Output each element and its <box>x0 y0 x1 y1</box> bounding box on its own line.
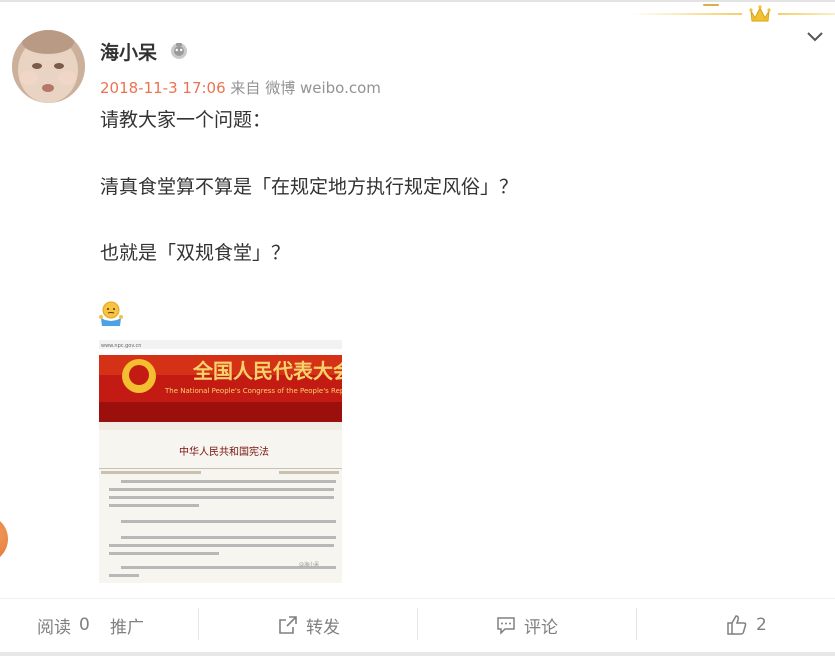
post-text-line-3: 也就是「双规食堂」？ <box>100 242 291 264</box>
npc-banner-title: 全国人民代表大会 <box>192 359 342 383</box>
crown-icon <box>749 5 771 22</box>
top-border <box>0 0 835 2</box>
decor-line-left <box>630 13 742 15</box>
promote-label: 推广 <box>110 617 144 638</box>
post-time[interactable]: 2018-11-3 17:06 <box>100 79 226 97</box>
comment-label: 评论 <box>524 617 558 638</box>
decor-line-right <box>778 13 835 15</box>
action-divider <box>0 598 835 599</box>
npc-doc-title: 中华人民共和国宪法 <box>179 445 269 458</box>
weibo-post-card: 海小呆 2018-11-3 17:06 来自 微博 weibo.com 请教大家… <box>0 0 835 656</box>
read-label: 阅读 <box>37 617 71 638</box>
like-button[interactable]: 2 <box>726 612 767 638</box>
post-text-line-2: 清真食堂算不算是「在规定地方执行规定风俗」？ <box>100 176 519 198</box>
attached-image[interactable]: 全国人民代表大会 The National People's Congress … <box>99 340 342 583</box>
repost-button[interactable]: 转发 <box>278 612 340 638</box>
comment-button[interactable]: 评论 <box>496 612 558 638</box>
thumbs-up-icon <box>727 615 747 635</box>
chevron-down-icon[interactable] <box>806 30 824 44</box>
avatar-image <box>12 30 85 103</box>
avatar[interactable] <box>12 30 85 103</box>
source-prefix: 来自 <box>230 79 261 97</box>
shrug-emoji-icon <box>99 301 123 326</box>
post-source[interactable]: 微博 weibo.com <box>265 79 381 97</box>
decor-dash <box>703 4 719 6</box>
post-meta: 2018-11-3 17:06 来自 微博 weibo.com <box>100 77 381 98</box>
username[interactable]: 海小呆 <box>100 38 157 65</box>
separator <box>198 608 199 640</box>
separator <box>636 608 637 640</box>
npc-url-bar: www.npc.gov.cn <box>101 343 141 349</box>
repost-icon <box>279 616 297 634</box>
repost-label: 转发 <box>306 617 340 638</box>
side-float-button[interactable] <box>0 515 8 563</box>
badge-icon[interactable] <box>169 41 189 61</box>
separator <box>417 608 418 640</box>
comment-icon <box>497 617 515 635</box>
read-count-value: 0 <box>79 615 90 635</box>
npc-screenshot-image: 全国人民代表大会 The National People's Congress … <box>99 340 342 577</box>
like-count: 2 <box>756 615 767 635</box>
npc-banner-subtitle: The National People's Congress of the Pe… <box>164 387 342 395</box>
npc-watermark: @海小呆 <box>299 561 319 568</box>
promote-button[interactable]: 推广 <box>110 612 144 638</box>
read-count: 阅读 0 <box>37 612 90 638</box>
bottom-scroll-strip <box>0 652 835 656</box>
post-text-line-1: 请教大家一个问题： <box>100 109 272 131</box>
